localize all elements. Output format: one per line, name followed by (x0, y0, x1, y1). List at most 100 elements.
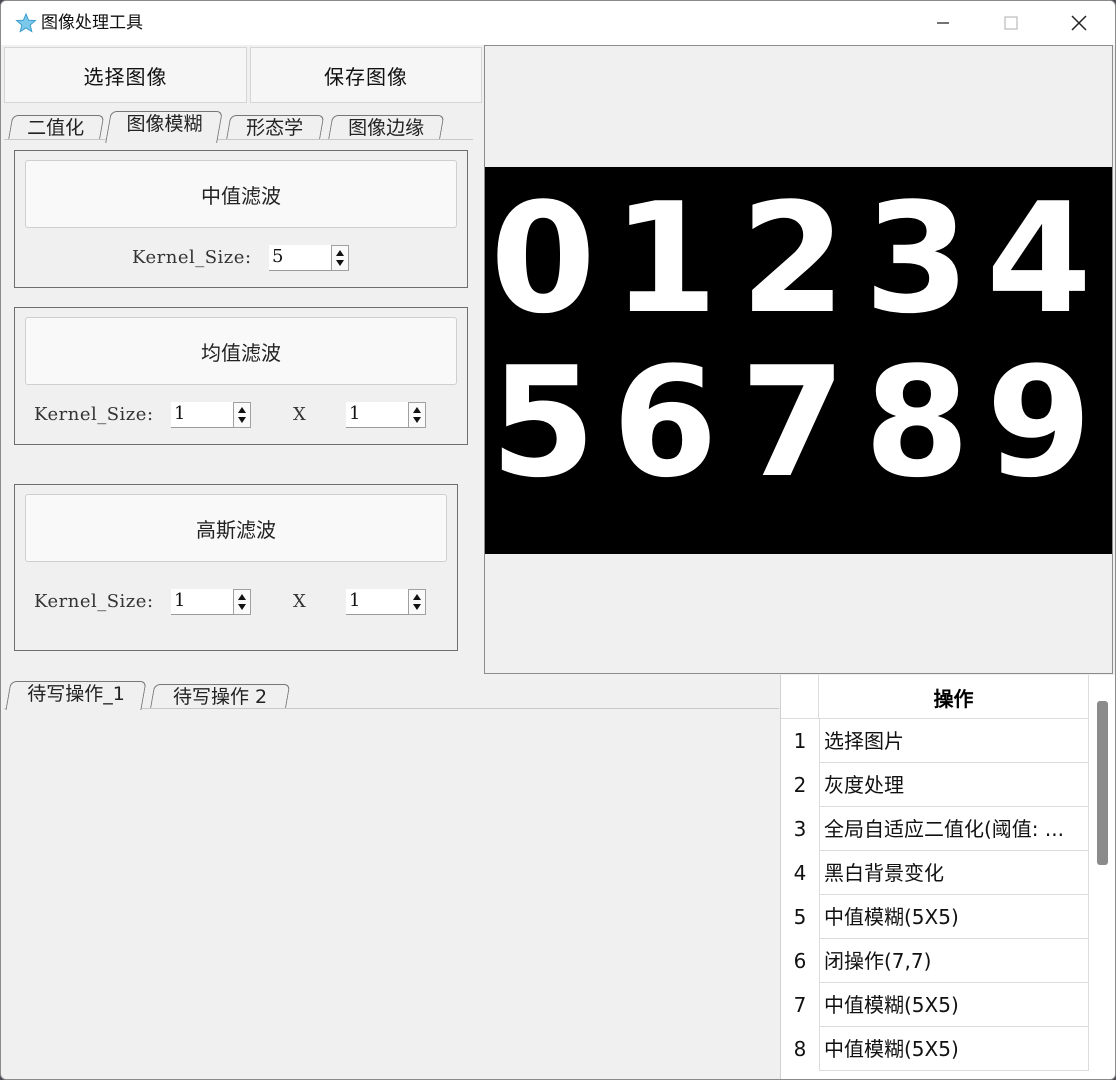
table-row[interactable]: 7 中值模糊(5X5) (781, 983, 1089, 1027)
mean-filter-group: 均值滤波 Kernel_Size: 1 X 1 (14, 307, 468, 445)
tab-morphology[interactable]: 形态学 (225, 115, 325, 142)
operation-cell[interactable]: 闭操作(7,7) (819, 939, 1089, 983)
table-row[interactable]: 5 中值模糊(5X5) (781, 895, 1089, 939)
table-row[interactable]: 2 灰度处理 (781, 763, 1089, 807)
digit-5: 5 (490, 334, 596, 511)
mean-filter-button[interactable]: 均值滤波 (25, 317, 457, 385)
spin-arrows[interactable] (331, 245, 349, 271)
kernel-size-label: Kernel_Size: (34, 591, 154, 612)
preview-image: 0 1 2 3 4 5 6 7 8 9 (485, 167, 1112, 554)
operation-cell[interactable]: 黑白背景变化 (819, 851, 1089, 895)
tab-edges[interactable]: 图像边缘 (327, 115, 445, 142)
digit-0: 0 (490, 170, 596, 347)
table-row[interactable]: 4 黑白背景变化 (781, 851, 1089, 895)
tab-label: 图像模糊 (126, 113, 203, 135)
digit-3: 3 (864, 170, 970, 347)
tab-label: 形态学 (246, 117, 304, 139)
operation-cell[interactable]: 灰度处理 (819, 763, 1089, 807)
mean-kernel-y-spinbox[interactable]: 1 (346, 402, 426, 428)
spin-value: 1 (174, 403, 186, 424)
scrollbar-thumb[interactable] (1097, 701, 1108, 865)
spin-value: 1 (349, 590, 361, 611)
minimize-button[interactable] (909, 1, 977, 45)
gaussian-kernel-y-spinbox[interactable]: 1 (346, 589, 426, 615)
x-separator: X (293, 404, 306, 425)
digit-8: 8 (864, 334, 970, 511)
maximize-button[interactable] (977, 1, 1045, 45)
column-header-operation[interactable]: 操作 (819, 675, 1089, 719)
tab-label: 图像边缘 (348, 117, 425, 139)
digit-7: 7 (740, 334, 846, 511)
table-row[interactable]: 6 闭操作(7,7) (781, 939, 1089, 983)
gaussian-kernel-x-spinbox[interactable]: 1 (171, 589, 251, 615)
operation-cell[interactable]: 中值模糊(5X5) (819, 1027, 1089, 1071)
tab-blur[interactable]: 图像模糊 (105, 111, 223, 143)
arrow-down-icon (336, 260, 344, 266)
arrow-up-icon (413, 594, 421, 600)
row-number: 4 (793, 861, 807, 885)
tab-pending-op-2[interactable]: 待写操作 2 (149, 684, 291, 710)
spin-value: 5 (272, 246, 284, 267)
median-kernel-spinbox[interactable]: 5 (269, 245, 349, 271)
tab-label: 二值化 (27, 117, 85, 139)
gaussian-filter-button[interactable]: 高斯滤波 (25, 494, 447, 562)
window-title: 图像处理工具 (41, 13, 143, 33)
spin-arrows[interactable] (233, 402, 251, 428)
row-number: 3 (793, 817, 807, 841)
arrow-up-icon (238, 594, 246, 600)
digit-1: 1 (612, 170, 718, 347)
tab-label: 待写操作_1 (27, 683, 126, 705)
operation-cell[interactable]: 中值模糊(5X5) (819, 983, 1089, 1027)
select-image-button[interactable]: 选择图像 (4, 47, 247, 103)
maximize-icon (1004, 16, 1018, 30)
table-header: 操作 (781, 675, 1089, 719)
row-number: 5 (793, 905, 807, 929)
digit-9: 9 (986, 334, 1092, 511)
star-icon (15, 12, 37, 33)
mean-kernel-x-spinbox[interactable]: 1 (171, 402, 251, 428)
median-filter-button[interactable]: 中值滤波 (25, 160, 457, 228)
spin-arrows[interactable] (408, 589, 426, 615)
table-row[interactable]: 3 全局自适应二值化(阈值: ... (781, 807, 1089, 851)
table-row[interactable]: 8 中值模糊(5X5) (781, 1027, 1089, 1071)
row-number: 8 (793, 1037, 807, 1061)
pending-op-panel (4, 708, 779, 1079)
title-bar: 图像处理工具 (1, 1, 1115, 45)
minimize-icon (937, 22, 949, 24)
image-preview: 0 1 2 3 4 5 6 7 8 9 (484, 45, 1113, 674)
tab-label: 待写操作 2 (172, 686, 268, 708)
kernel-size-label: Kernel_Size: (132, 247, 252, 268)
digit-4: 4 (986, 170, 1092, 347)
operations-table: 操作 1 选择图片 2 灰度处理 3 全局自适应二值化(阈值: ... 4 黑白背景变化… (780, 675, 1115, 1079)
row-number: 2 (793, 773, 807, 797)
filter-tabs: 二值化 图像模糊 形态学 图像边缘 (4, 109, 482, 143)
median-filter-group: 中值滤波 Kernel_Size: 5 (14, 150, 468, 288)
tab-pending-op-1[interactable]: 待写操作_1 (5, 681, 147, 710)
arrow-up-icon (238, 407, 246, 413)
row-number: 1 (793, 729, 807, 753)
row-number: 7 (793, 993, 807, 1017)
arrow-up-icon (413, 407, 421, 413)
close-button[interactable] (1045, 1, 1113, 45)
save-image-button[interactable]: 保存图像 (250, 47, 482, 103)
operation-cell[interactable]: 选择图片 (819, 719, 1089, 763)
close-icon (1071, 15, 1087, 31)
arrow-down-icon (238, 417, 246, 423)
operation-tabs: 待写操作_1 待写操作 2 (4, 681, 780, 710)
operation-cell[interactable]: 中值模糊(5X5) (819, 895, 1089, 939)
arrow-down-icon (238, 604, 246, 610)
arrow-down-icon (413, 417, 421, 423)
tab-binarize[interactable]: 二值化 (7, 115, 105, 142)
spin-arrows[interactable] (408, 402, 426, 428)
vertical-scrollbar[interactable] (1091, 675, 1115, 1079)
table-corner (781, 675, 819, 719)
gaussian-filter-group: 高斯滤波 Kernel_Size: 1 X 1 (14, 484, 458, 651)
spin-arrows[interactable] (233, 589, 251, 615)
row-number: 6 (793, 949, 807, 973)
blur-panel: 中值滤波 Kernel_Size: 5 均值滤波 Kernel_Size: 1 … (4, 139, 473, 673)
digit-6: 6 (612, 334, 718, 511)
kernel-size-label: Kernel_Size: (34, 404, 154, 425)
operation-cell[interactable]: 全局自适应二值化(阈值: ... (819, 807, 1089, 851)
table-row[interactable]: 1 选择图片 (781, 719, 1089, 763)
x-separator: X (293, 591, 306, 612)
